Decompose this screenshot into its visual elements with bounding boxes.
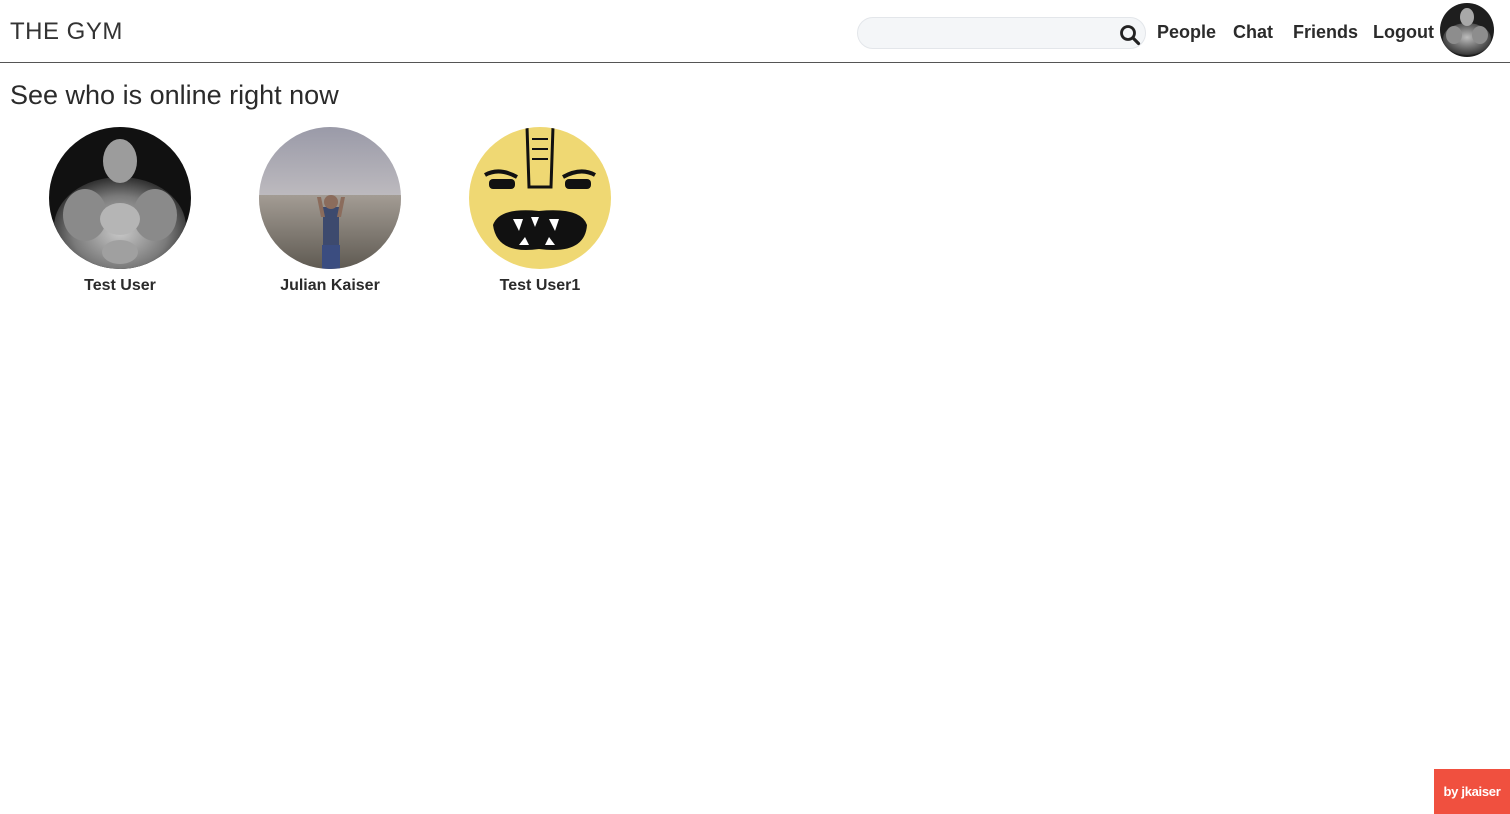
online-user-card[interactable]: Julian Kaiser: [235, 127, 425, 295]
nav-chat-link[interactable]: Chat: [1233, 22, 1273, 43]
search-icon[interactable]: [1119, 24, 1141, 46]
search-bar: [857, 17, 1146, 49]
user-name[interactable]: Test User: [25, 277, 215, 295]
user-avatar[interactable]: [49, 127, 191, 269]
search-input[interactable]: [870, 22, 1114, 46]
page-title: See who is online right now: [10, 80, 339, 110]
user-avatar[interactable]: [259, 127, 401, 269]
nav-logout-link[interactable]: Logout: [1373, 22, 1434, 43]
nav-people-link[interactable]: People: [1157, 22, 1216, 43]
online-user-card[interactable]: Test User1: [445, 127, 635, 295]
current-user-avatar[interactable]: [1440, 3, 1494, 57]
brand-logo[interactable]: THE GYM: [10, 18, 123, 46]
author-credit-badge[interactable]: by jkaiser: [1434, 769, 1510, 814]
user-avatar[interactable]: [469, 127, 611, 269]
user-name[interactable]: Julian Kaiser: [235, 277, 425, 295]
nav-friends-link[interactable]: Friends: [1293, 22, 1358, 43]
top-navbar: THE GYM People Chat Friends Logout: [0, 0, 1510, 63]
user-name[interactable]: Test User1: [445, 277, 635, 295]
online-user-card[interactable]: Test User: [25, 127, 215, 295]
